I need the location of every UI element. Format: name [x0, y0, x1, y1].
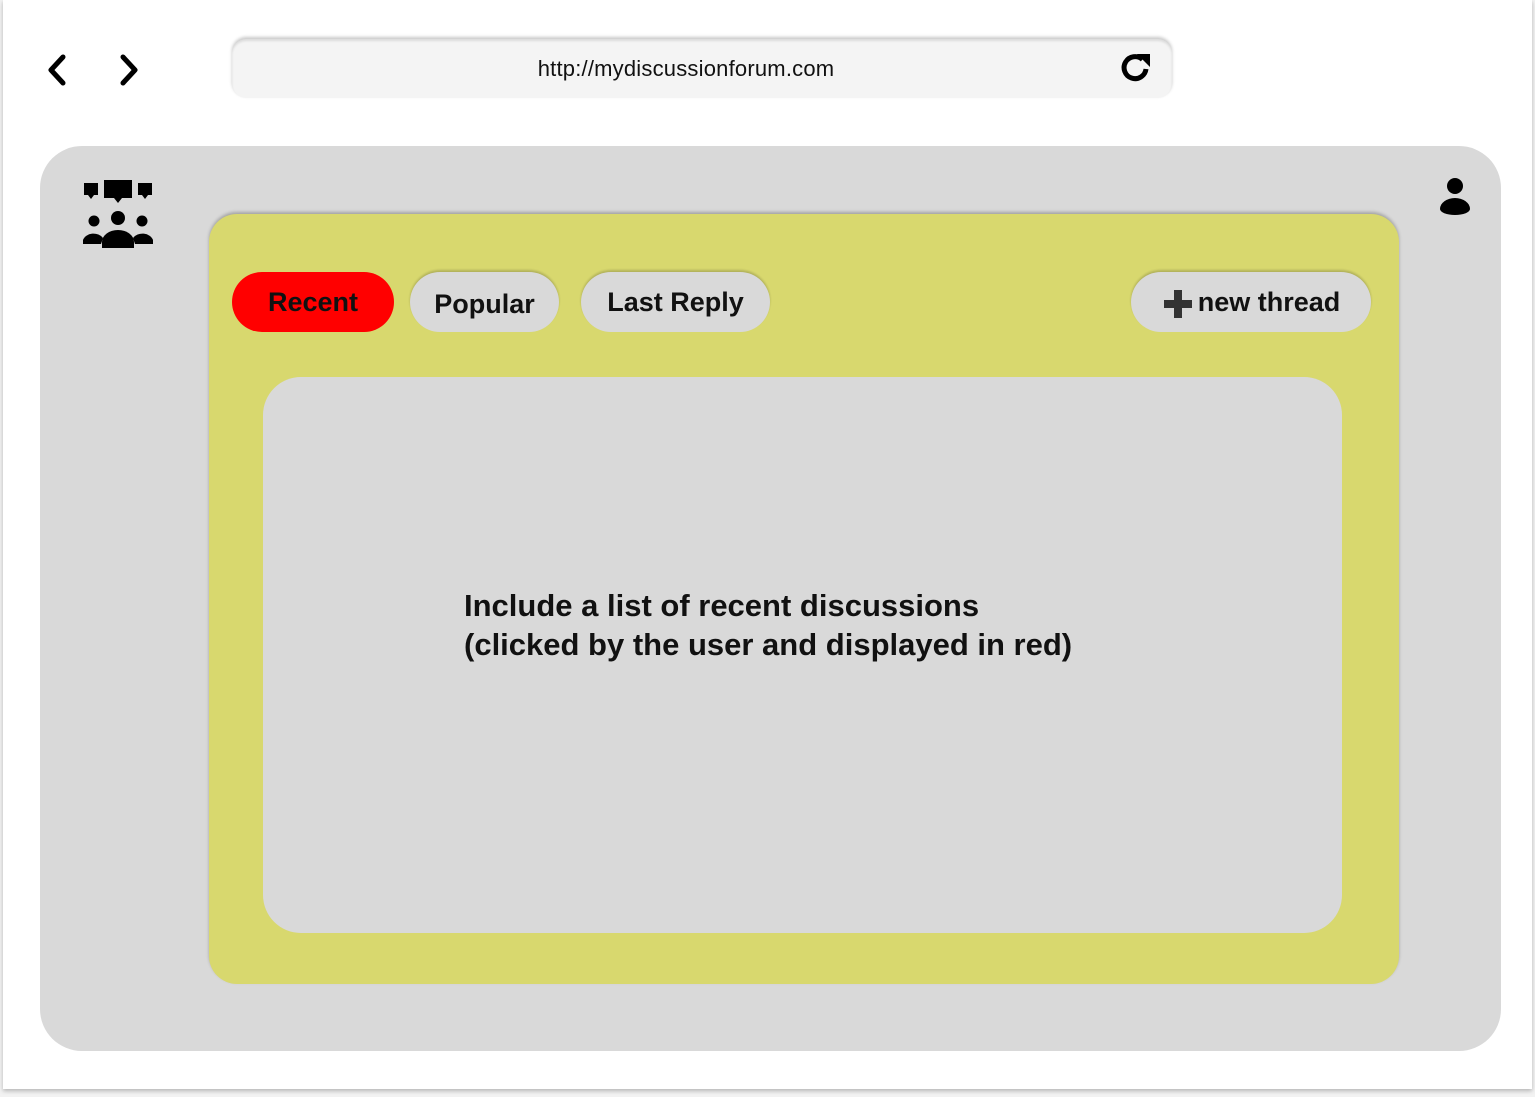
reload-icon — [1121, 54, 1150, 82]
tab-popular[interactable]: Popular — [410, 272, 559, 332]
tab-recent[interactable]: Recent — [232, 272, 394, 332]
forward-button[interactable] — [109, 48, 149, 92]
new-thread-label: new thread — [1197, 286, 1341, 317]
reload-button[interactable] — [1116, 48, 1156, 88]
url-text[interactable]: http://mydiscussionforum.com — [538, 56, 835, 82]
discussion-panel: Recent Popular Last Reply new thread Inc… — [209, 214, 1399, 984]
chevron-right-icon — [120, 54, 138, 86]
address-bar[interactable]: http://mydiscussionforum.com — [232, 39, 1172, 98]
browser-window: http://mydiscussionforum.com Recent Popu… — [3, 0, 1532, 1089]
new-thread-button[interactable]: new thread — [1131, 272, 1371, 332]
discussion-list-area: Include a list of recent discussions (cl… — [263, 377, 1342, 933]
back-button[interactable] — [37, 48, 77, 92]
user-icon — [1440, 178, 1470, 215]
note-line-2: (clicked by the user and displayed in re… — [464, 627, 1073, 662]
plus-icon — [1162, 288, 1194, 320]
chevron-left-icon — [48, 54, 66, 86]
note-line-1: Include a list of recent discussions — [464, 588, 980, 623]
forum-app: Recent Popular Last Reply new thread Inc… — [40, 146, 1501, 1051]
user-profile-button[interactable] — [1439, 177, 1471, 215]
forum-community-icon — [83, 180, 153, 248]
placeholder-note: Include a list of recent discussions (cl… — [464, 586, 1072, 664]
forum-logo — [82, 178, 154, 250]
tab-last-reply[interactable]: Last Reply — [581, 272, 770, 332]
